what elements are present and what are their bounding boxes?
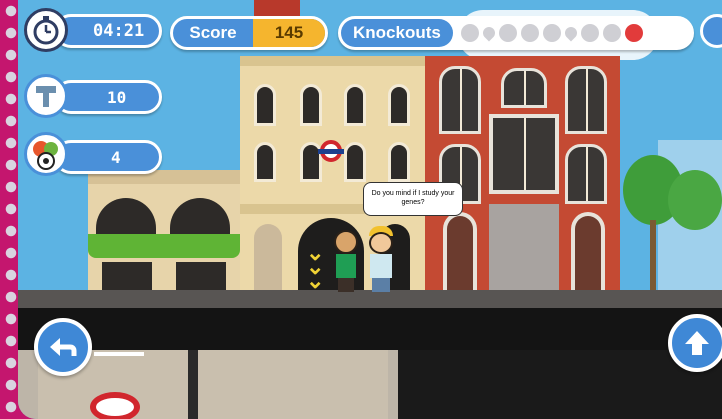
food-and-ball-icon <box>24 132 68 176</box>
knockouts-pill: Knockouts <box>338 16 694 50</box>
score-pill: Score 145 <box>170 16 328 50</box>
circle-icon <box>542 24 561 42</box>
runner-icon <box>498 24 517 42</box>
heart-icon <box>460 24 479 42</box>
shop-building <box>88 170 240 290</box>
game-screen: ⌄ ⌄ ⌄ Do you mind if I study your genes?… <box>18 0 722 419</box>
timer-pill: 04:21 <box>54 14 162 48</box>
underground-sign-icon <box>318 140 344 162</box>
stopwatch-icon <box>24 8 68 52</box>
drop-icon <box>562 24 580 42</box>
resource2-pill: 4 <box>54 140 162 174</box>
score-value: 145 <box>253 19 325 47</box>
circle-icon <box>602 24 621 42</box>
bay-window <box>489 114 559 194</box>
knockouts-label: Knockouts <box>341 19 453 47</box>
tree <box>668 170 722 230</box>
underground-tunnel <box>18 350 722 419</box>
resource2-value: 4 <box>111 147 121 167</box>
game-frame: ⌄ ⌄ ⌄ Do you mind if I study your genes?… <box>0 0 722 419</box>
resource1-value: 10 <box>107 87 127 107</box>
player-character[interactable] <box>332 230 360 292</box>
tree-trunk <box>650 220 656 290</box>
scientist-character[interactable] <box>366 226 396 292</box>
speech-bubble: Do you mind if I study your genes? <box>363 182 463 216</box>
gear-icon[interactable] <box>700 14 722 48</box>
ribbon-icon <box>580 24 599 42</box>
brick-building <box>425 56 620 290</box>
back-arrow-icon <box>50 338 77 356</box>
virus-icon <box>520 24 539 42</box>
road <box>18 308 722 356</box>
chevron-down-icon: ⌄ ⌄ ⌄ <box>306 240 325 293</box>
heart-icon <box>624 24 643 42</box>
up-arrow-icon <box>685 331 709 355</box>
jump-button[interactable] <box>668 314 722 372</box>
drop-icon <box>480 24 498 42</box>
timer-value: 04:21 <box>93 21 145 41</box>
score-label: Score <box>189 23 237 42</box>
underground-roundel-icon <box>90 392 140 419</box>
resource1-pill: 10 <box>54 80 162 114</box>
razor-icon <box>24 74 68 118</box>
back-button[interactable] <box>34 318 92 376</box>
pavement <box>18 290 722 308</box>
shop-awning <box>88 234 240 258</box>
